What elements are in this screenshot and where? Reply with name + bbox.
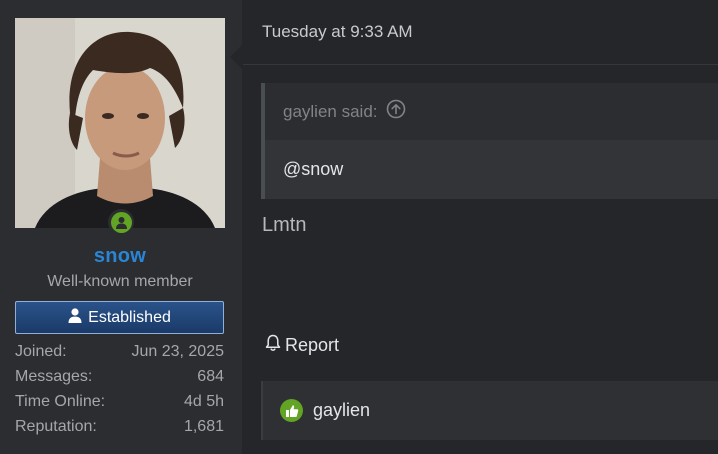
stat-label: Reputation: bbox=[15, 418, 97, 435]
stat-label: Time Online: bbox=[15, 393, 106, 410]
post-date-link[interactable]: Tuesday at 9:33 AM bbox=[262, 22, 413, 42]
online-badge bbox=[108, 209, 134, 235]
user-stats: Joined: Jun 23, 2025 Messages: 684 Time … bbox=[15, 343, 224, 443]
stat-value: 684 bbox=[197, 368, 224, 385]
report-label: Report bbox=[285, 335, 340, 355]
reaction-users-link[interactable]: gaylien bbox=[313, 400, 370, 421]
online-status-icon bbox=[110, 211, 132, 233]
report-button[interactable]: Report bbox=[265, 334, 339, 357]
stat-reputation: Reputation: 1,681 bbox=[15, 418, 224, 443]
stat-value: 4d 5h bbox=[183, 393, 224, 410]
stat-value: Jun 23, 2025 bbox=[131, 343, 224, 360]
quote-block: gaylien said: @snow bbox=[261, 83, 718, 199]
arrow-up-circle-icon[interactable] bbox=[386, 99, 406, 124]
message-arrow bbox=[230, 44, 243, 70]
stat-label: Messages: bbox=[15, 368, 93, 385]
quote-header: gaylien said: bbox=[265, 83, 718, 140]
stat-messages: Messages: 684 bbox=[15, 368, 224, 393]
message-body: Lmtn bbox=[262, 214, 307, 236]
banner-label: Established bbox=[88, 308, 171, 326]
user-icon bbox=[68, 307, 82, 328]
stat-time-online: Time Online: 4d 5h bbox=[15, 393, 224, 418]
bell-icon bbox=[265, 334, 281, 357]
divider bbox=[243, 64, 718, 65]
stat-joined: Joined: Jun 23, 2025 bbox=[15, 343, 224, 368]
user-banner: Established bbox=[15, 301, 224, 334]
quote-author[interactable]: gaylien said: bbox=[283, 102, 378, 122]
thumbs-up-icon[interactable] bbox=[280, 399, 303, 422]
stat-value: 1,681 bbox=[183, 418, 224, 435]
username-link[interactable]: snow bbox=[0, 245, 240, 268]
avatar[interactable] bbox=[15, 18, 225, 228]
user-title: Well-known member bbox=[47, 273, 193, 290]
stat-label: Joined: bbox=[15, 343, 67, 360]
quote-body: @snow bbox=[265, 140, 718, 199]
user-panel: snow Well-known member Established Joine… bbox=[0, 0, 242, 454]
reactions-bar: gaylien bbox=[261, 381, 718, 440]
